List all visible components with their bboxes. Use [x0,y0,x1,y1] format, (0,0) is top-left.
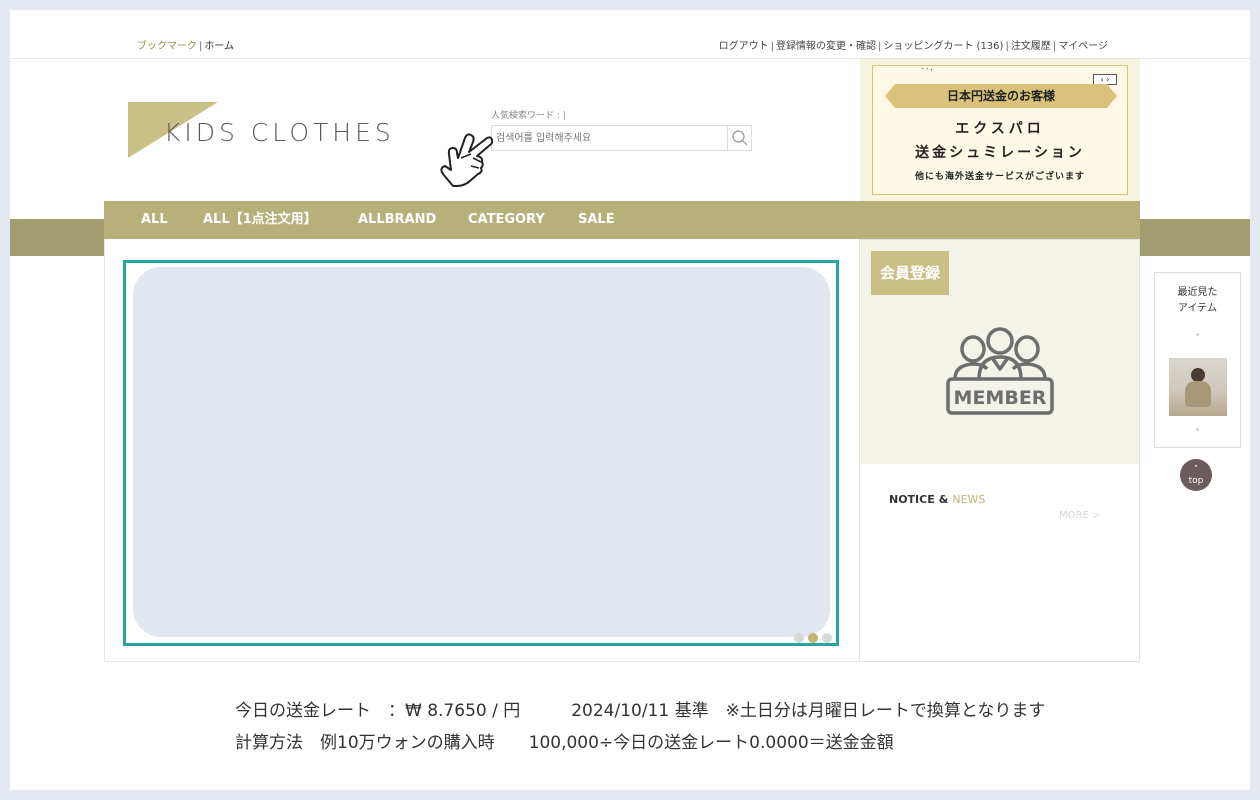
slider-dot-active[interactable] [808,633,818,643]
separator: | [1005,41,1009,52]
mypage-link[interactable]: マイページ [1058,41,1108,52]
page: ブックマーク | ホーム ログアウト | 登録情報の変更・確認 | ショッピングカート (1… [10,10,1250,790]
news-label: NEWS [952,493,986,506]
nav-item-all-single[interactable]: ALL【1点注文用】 [203,201,317,239]
separator: | [877,41,882,52]
top-left-links: ブックマーク | ホーム [137,37,234,52]
popular-search-label: 人気検索ワード : | [491,111,566,121]
calculation-method-line: 計算方法 例10万ウォンの購入時 100,000÷今日の送金レート0.0000＝… [235,733,894,753]
top-right-links: ログアウト | 登録情報の変更・確認 | ショッピングカート (136) | 注文履歴 | マイ… [719,37,1108,52]
recent-item-thumbnail[interactable] [1169,358,1227,416]
arrow-up-icon: ˄ [1193,465,1199,475]
separator: | [770,41,774,52]
cart-link[interactable]: ショッピングカート (136) [883,41,1003,52]
nav-item-allbrand[interactable]: ALLBRAND [358,201,436,239]
banner-line4: 他にも海外送金サービスがございます [914,172,1085,182]
slider-dot[interactable] [794,633,804,643]
logo-text: KIDS CLOTHES [164,118,395,147]
remittance-banner[interactable]: ``' ‹ › 日本円送金のお客様 エクスパロ 送金シュミレーション 他にも海外… [860,59,1140,201]
search-button[interactable] [727,126,751,150]
banner-card: ``' ‹ › 日本円送金のお客様 エクスパロ 送金シュミレーション 他にも海外… [872,65,1128,195]
main-slider[interactable] [123,260,839,646]
sparkle-icon: ``' [921,68,933,78]
pointing-hand-icon [440,133,494,187]
exchange-rate-line: 今日の送金レート ：₩ 8.7650 / 円 2024/10/11 基準 ※土日… [235,701,1046,721]
notice-label: NOTICE [889,493,935,506]
chevron-up-icon[interactable]: ˄ [1155,333,1240,342]
search-box [491,125,752,151]
member-group-icon: MEMBER [946,327,1054,415]
thumbnail-figure-head [1191,368,1205,382]
slider-dots [794,633,832,643]
chevron-down-icon[interactable]: ˅ [1155,428,1240,437]
banner-line2: エクスパロ [955,121,1045,137]
recently-viewed-title-line1: 最近見た [1177,287,1218,298]
nav-item-all[interactable]: ALL [141,201,168,239]
notice-news-title: NOTICE & NEWS [889,493,985,506]
side-panel: 会員登録 MEMBER NOTICE & NEWS MORE > [859,239,1140,662]
member-icon-text: MEMBER [954,387,1047,409]
recently-viewed-panel: 最近見た アイテム ˄ ˅ [1154,272,1241,448]
logout-link[interactable]: ログアウト [719,41,769,52]
top-utility-bar: ブックマーク | ホーム ログアウト | 登録情報の変更・確認 | ショッピングカート (1… [10,10,1250,59]
bookmark-link[interactable]: ブックマーク [137,41,197,52]
slider-image[interactable] [133,267,830,637]
separator: | [1052,41,1057,52]
orders-link[interactable]: 注文履歴 [1011,41,1051,52]
notice-amp: & [938,493,949,506]
nav-item-category[interactable]: CATEGORY [468,201,545,239]
main-nav: ALL ALL【1点注文用】 ALLBRAND CATEGORY SALE [104,201,1140,239]
separator: | [199,41,203,52]
thumbnail-figure-body [1185,381,1211,407]
recently-viewed-title: 最近見た アイテム [1155,285,1240,317]
banner-ribbon: 日本円送金のお客様 [885,84,1117,108]
search-input[interactable] [496,130,721,146]
scroll-top-button[interactable]: ˄ top [1180,459,1212,491]
search-icon [731,130,747,146]
site-logo[interactable]: KIDS CLOTHES [128,102,418,162]
member-signup-tag[interactable]: 会員登録 [871,251,950,295]
member-signup-box[interactable]: 会員登録 MEMBER [860,240,1139,464]
recently-viewed-title-line2: アイテム [1178,303,1217,314]
nav-item-sale[interactable]: SALE [578,201,615,239]
banner-line3: 送金シュミレーション [915,145,1085,161]
edit-info-link[interactable]: 登録情報の変更・確認 [776,41,876,52]
slider-dot[interactable] [822,633,832,643]
news-more-link[interactable]: MORE > [1059,510,1100,521]
scroll-top-label: top [1188,476,1204,486]
home-link[interactable]: ホーム [204,41,234,52]
